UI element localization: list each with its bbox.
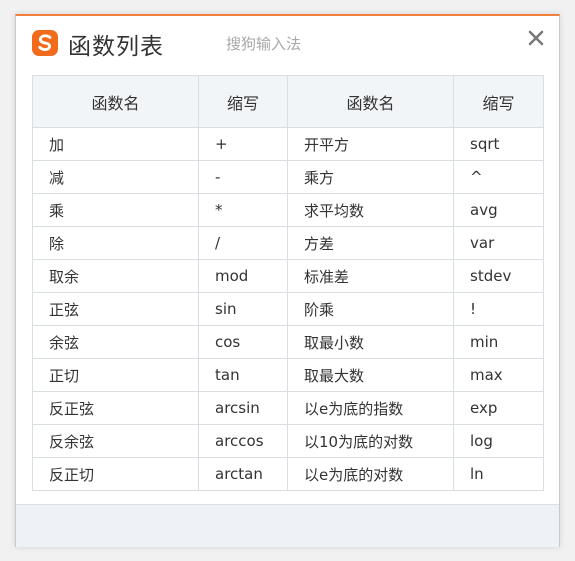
- table-row: 反余弦 arccos 以10为底的对数 log: [32, 424, 544, 458]
- table-cell: !: [453, 292, 544, 326]
- app-name: 搜狗输入法: [226, 35, 302, 53]
- table-cell: 减: [32, 160, 199, 194]
- table-row: 反正切 arctan 以e为底的对数 ln: [32, 457, 544, 491]
- table-cell: 开平方: [287, 127, 454, 161]
- table-cell: 加: [32, 127, 199, 161]
- table-cell: var: [453, 226, 544, 260]
- table-cell: ln: [453, 457, 544, 491]
- table-row: 乘 * 求平均数 avg: [32, 193, 544, 227]
- header-function-name-1: 函数名: [32, 75, 199, 128]
- table-row: 反正弦 arcsin 以e为底的指数 exp: [32, 391, 544, 425]
- table-cell: 求平均数: [287, 193, 454, 227]
- table-cell: 余弦: [32, 325, 199, 359]
- close-icon: [528, 30, 544, 46]
- function-list-window: 函数列表 搜狗输入法 函数名 缩写 函数名 缩写 加 + 开平方 sqrt 减 …: [15, 14, 560, 547]
- table-cell: 取最小数: [287, 325, 454, 359]
- function-table: 函数名 缩写 函数名 缩写 加 + 开平方 sqrt 减 - 乘方 ^ 乘 * …: [32, 75, 544, 491]
- header-abbreviation-2: 缩写: [453, 75, 544, 128]
- table-cell: log: [453, 424, 544, 458]
- table-cell: arccos: [198, 424, 288, 458]
- table-cell: +: [198, 127, 288, 161]
- table-cell: *: [198, 193, 288, 227]
- title-bar: 函数列表 搜狗输入法: [16, 16, 559, 74]
- table-cell: 阶乘: [287, 292, 454, 326]
- table-cell: 以10为底的对数: [287, 424, 454, 458]
- table-cell: arcsin: [198, 391, 288, 425]
- close-button[interactable]: [524, 26, 548, 50]
- table-row: 取余 mod 标准差 stdev: [32, 259, 544, 293]
- table-cell: 反正弦: [32, 391, 199, 425]
- table-cell: sin: [198, 292, 288, 326]
- table-cell: /: [198, 226, 288, 260]
- table-cell: tan: [198, 358, 288, 392]
- header-function-name-2: 函数名: [287, 75, 454, 128]
- table-cell: 取最大数: [287, 358, 454, 392]
- table-row: 正切 tan 取最大数 max: [32, 358, 544, 392]
- table-cell: 取余: [32, 259, 199, 293]
- table-cell: 反正切: [32, 457, 199, 491]
- table-row: 余弦 cos 取最小数 min: [32, 325, 544, 359]
- table-cell: 以e为底的指数: [287, 391, 454, 425]
- table-cell: min: [453, 325, 544, 359]
- table-row: 加 + 开平方 sqrt: [32, 127, 544, 161]
- header-abbreviation-1: 缩写: [198, 75, 288, 128]
- window-title: 函数列表: [68, 34, 164, 60]
- table-row: 除 / 方差 var: [32, 226, 544, 260]
- table-cell: 正弦: [32, 292, 199, 326]
- window-footer: [16, 504, 559, 547]
- table-cell: -: [198, 160, 288, 194]
- table-header-row: 函数名 缩写 函数名 缩写: [32, 75, 544, 128]
- table-cell: 标准差: [287, 259, 454, 293]
- table-cell: max: [453, 358, 544, 392]
- table-cell: 乘方: [287, 160, 454, 194]
- table-cell: 除: [32, 226, 199, 260]
- table-cell: 正切: [32, 358, 199, 392]
- table-row: 减 - 乘方 ^: [32, 160, 544, 194]
- table-cell: 方差: [287, 226, 454, 260]
- table-cell: 以e为底的对数: [287, 457, 454, 491]
- table-cell: sqrt: [453, 127, 544, 161]
- table-cell: exp: [453, 391, 544, 425]
- table-row: 正弦 sin 阶乘 !: [32, 292, 544, 326]
- table-cell: ^: [453, 160, 544, 194]
- sogou-logo-icon: [32, 30, 58, 56]
- function-table-container: 函数名 缩写 函数名 缩写 加 + 开平方 sqrt 减 - 乘方 ^ 乘 * …: [32, 75, 544, 491]
- table-cell: arctan: [198, 457, 288, 491]
- table-cell: mod: [198, 259, 288, 293]
- table-cell: avg: [453, 193, 544, 227]
- table-cell: 乘: [32, 193, 199, 227]
- table-cell: stdev: [453, 259, 544, 293]
- table-cell: cos: [198, 325, 288, 359]
- table-cell: 反余弦: [32, 424, 199, 458]
